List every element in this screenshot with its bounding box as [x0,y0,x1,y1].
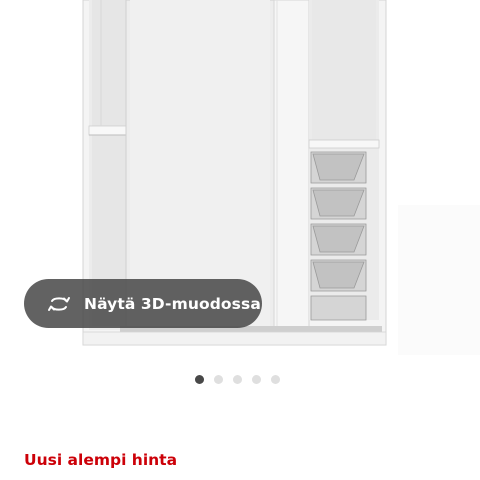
pagination-dot[interactable] [195,375,204,384]
product-image-gallery[interactable]: Näytä 3D-muodossa [0,0,480,360]
price-badge: Uusi alempi hinta [24,451,178,469]
view-3d-button[interactable]: Näytä 3D-muodossa [24,279,262,328]
pagination-dot[interactable] [214,375,223,384]
rotate-3d-icon [46,295,72,313]
image-pagination [195,375,280,384]
pagination-dot[interactable] [233,375,242,384]
pagination-dot[interactable] [271,375,280,384]
view-3d-label: Näytä 3D-muodossa [84,294,261,313]
pagination-dot[interactable] [252,375,261,384]
